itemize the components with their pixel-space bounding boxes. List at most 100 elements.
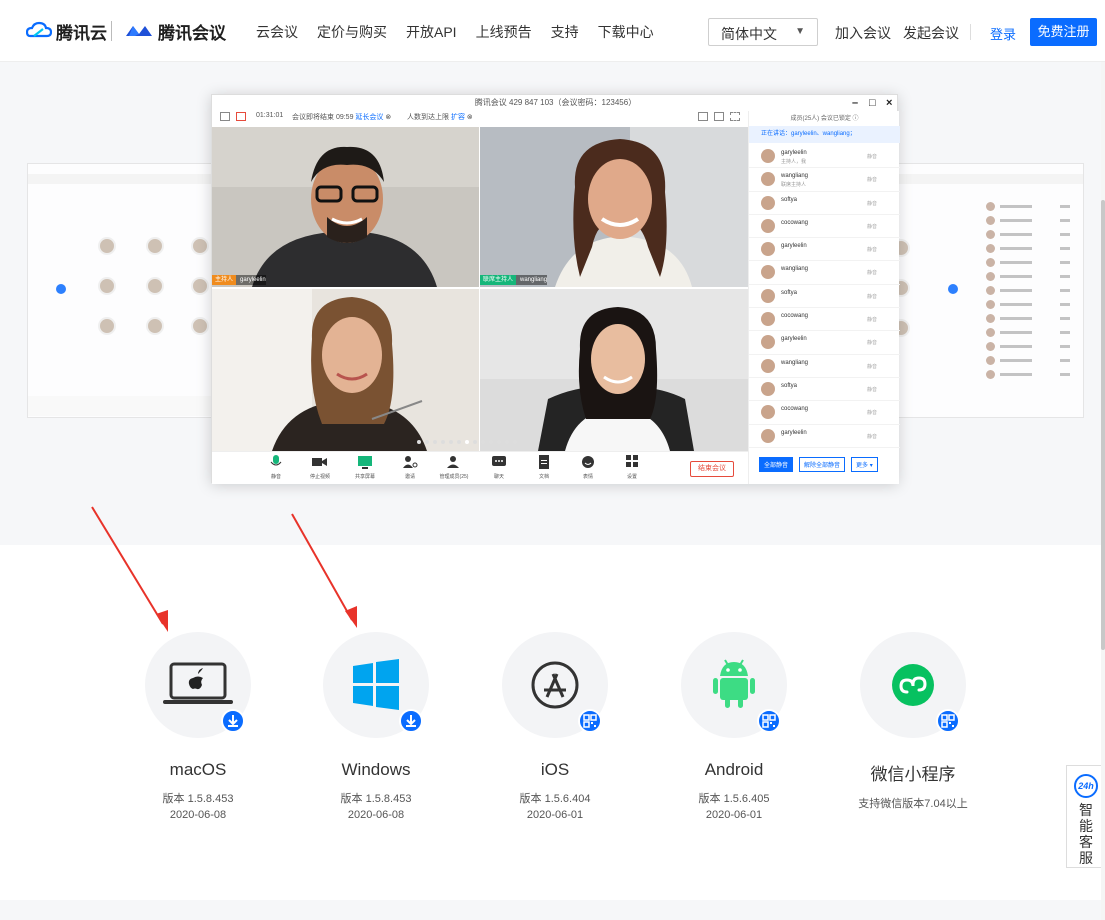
register-button[interactable]: 免费注册 bbox=[1030, 18, 1097, 46]
participant-video bbox=[212, 127, 479, 287]
unmute-all-button[interactable]: 解除全部静音 bbox=[799, 457, 846, 472]
emoji-button[interactable]: 表情 bbox=[568, 455, 608, 480]
member-row[interactable]: softya 静音 bbox=[749, 285, 900, 309]
page-dot[interactable] bbox=[433, 440, 437, 444]
page-dot[interactable] bbox=[489, 440, 493, 444]
page-dot[interactable] bbox=[425, 440, 429, 444]
nav-open-api[interactable]: 开放API bbox=[406, 22, 457, 42]
member-row[interactable]: garyleelin 静音 bbox=[749, 331, 900, 355]
chat-button[interactable]: 聊天 bbox=[479, 455, 519, 480]
mic-icon: 静音 bbox=[867, 410, 878, 417]
footer-band bbox=[0, 900, 1105, 920]
platform-name: iOS bbox=[540, 760, 570, 779]
tencent-meeting-logo[interactable]: 腾讯会议 bbox=[124, 18, 226, 44]
platform-android[interactable]: Android 版本 1.5.6.405 2020-06-01 bbox=[664, 632, 804, 821]
qrcode-icon[interactable] bbox=[757, 709, 781, 733]
stop-video-button[interactable]: 停止视频 bbox=[300, 455, 340, 480]
nav-download-center[interactable]: 下载中心 bbox=[598, 22, 654, 42]
member-row[interactable]: garyleelin 静音 bbox=[749, 238, 900, 262]
avatar bbox=[761, 405, 775, 420]
capacity-notice: 人数到达上限 扩容 ⊗ bbox=[407, 114, 473, 121]
page-dot[interactable] bbox=[473, 440, 477, 444]
mockup-member-row bbox=[986, 244, 1076, 254]
document-button[interactable]: 文档 bbox=[524, 455, 564, 480]
page-dot[interactable] bbox=[505, 440, 509, 444]
shield-icon bbox=[220, 112, 230, 121]
language-value: 简体中文 bbox=[721, 26, 777, 42]
mockup-member-row bbox=[986, 314, 1076, 324]
platform-icon-circle[interactable] bbox=[681, 632, 787, 738]
page-indicator bbox=[417, 440, 517, 444]
avatar bbox=[761, 265, 775, 280]
page-dot[interactable] bbox=[513, 440, 517, 444]
start-meeting-link[interactable]: 发起会议 bbox=[903, 23, 959, 43]
mute-button[interactable]: 静音 bbox=[256, 455, 296, 480]
settings-button[interactable]: 设置 bbox=[612, 455, 652, 480]
more-button[interactable]: 更多 ▾ bbox=[851, 457, 878, 472]
platform-icon-circle[interactable] bbox=[860, 632, 966, 738]
member-row[interactable]: cocowang 静音 bbox=[749, 401, 900, 425]
qrcode-icon[interactable] bbox=[578, 709, 602, 733]
invite-icon bbox=[403, 456, 418, 468]
mockup-controls bbox=[28, 396, 221, 416]
avatar bbox=[761, 288, 775, 303]
video-tile bbox=[480, 289, 748, 451]
brand-tencent-cloud: 腾讯云 bbox=[56, 23, 107, 43]
end-meeting-button[interactable]: 结束会议 bbox=[690, 461, 734, 477]
scrollbar-thumb[interactable] bbox=[1101, 200, 1105, 650]
login-link[interactable]: 登录 bbox=[990, 24, 1016, 43]
mute-all-button[interactable]: 全部静音 bbox=[759, 457, 794, 472]
member-row[interactable]: softya 静音 bbox=[749, 192, 900, 215]
page-dot[interactable] bbox=[497, 440, 501, 444]
chat-icon bbox=[492, 456, 506, 466]
platform-wechat-miniprogram[interactable]: 微信小程序 支持微信版本7.04以上 bbox=[843, 632, 983, 814]
nav-cloud-meeting[interactable]: 云会议 bbox=[256, 22, 298, 42]
member-row[interactable]: cocowang 静音 bbox=[749, 215, 900, 239]
side-mockup-right bbox=[885, 163, 1084, 418]
platform-icon-circle[interactable] bbox=[145, 632, 251, 738]
page-dot-active[interactable] bbox=[465, 440, 469, 444]
member-row[interactable]: garyleelin 主持人，我 静音 bbox=[749, 145, 900, 169]
share-screen-button[interactable]: 共享屏幕 bbox=[345, 455, 385, 480]
page-dot[interactable] bbox=[481, 440, 485, 444]
cohost-tag: 联席主持人 wangliang bbox=[480, 275, 548, 285]
meeting-timer: 01:31:01 bbox=[256, 112, 284, 119]
platform-windows[interactable]: Windows 版本 1.5.8.453 2020-06-08 bbox=[306, 632, 446, 821]
download-icon[interactable] bbox=[221, 709, 245, 733]
language-select[interactable]: 简体中文 ▼ bbox=[708, 18, 818, 46]
platform-icon-circle[interactable] bbox=[323, 632, 429, 738]
page-dot[interactable] bbox=[417, 440, 421, 444]
tile-name: garyleelin bbox=[236, 275, 266, 285]
qrcode-icon[interactable] bbox=[936, 709, 960, 733]
member-row[interactable]: wangliang 静音 bbox=[749, 261, 900, 285]
platform-ios[interactable]: iOS 版本 1.5.6.404 2020-06-01 bbox=[485, 632, 625, 821]
platform-macos[interactable]: macOS 版本 1.5.8.453 2020-06-08 bbox=[128, 632, 268, 821]
avatar bbox=[761, 428, 775, 443]
member-row[interactable]: wangliang 静音 bbox=[749, 355, 900, 378]
camera-icon bbox=[312, 458, 327, 466]
document-icon bbox=[539, 455, 549, 469]
emoji-icon bbox=[582, 456, 594, 468]
page-dot[interactable] bbox=[457, 440, 461, 444]
customer-service-widget[interactable]: 24h 智能客服 bbox=[1066, 765, 1105, 868]
member-row[interactable]: softya 静音 bbox=[749, 378, 900, 402]
avatar bbox=[761, 381, 775, 396]
nav-preview[interactable]: 上线预告 bbox=[476, 22, 532, 42]
host-tag: 主持人 garyleelin bbox=[212, 275, 266, 285]
member-row[interactable]: wangliang 联席主持人 静音 bbox=[749, 168, 900, 192]
member-row[interactable]: cocowang 静音 bbox=[749, 308, 900, 332]
tencent-cloud-logo[interactable]: 腾讯云 bbox=[26, 18, 107, 44]
invite-button[interactable]: 邀请 bbox=[390, 455, 430, 480]
avatar bbox=[761, 358, 775, 373]
nav-support[interactable]: 支持 bbox=[551, 22, 579, 42]
platform-icon-circle[interactable] bbox=[502, 632, 608, 738]
manage-members-button[interactable]: 管理成员(25) bbox=[434, 455, 474, 480]
mockup-member-row bbox=[986, 202, 1076, 212]
join-meeting-link[interactable]: 加入会议 bbox=[835, 23, 891, 43]
nav-pricing[interactable]: 定价与购买 bbox=[317, 22, 387, 42]
page-dot[interactable] bbox=[441, 440, 445, 444]
page-dot[interactable] bbox=[449, 440, 453, 444]
download-icon[interactable] bbox=[399, 709, 423, 733]
member-row[interactable]: garyleelin 静音 bbox=[749, 425, 900, 448]
participant-video bbox=[480, 289, 748, 451]
